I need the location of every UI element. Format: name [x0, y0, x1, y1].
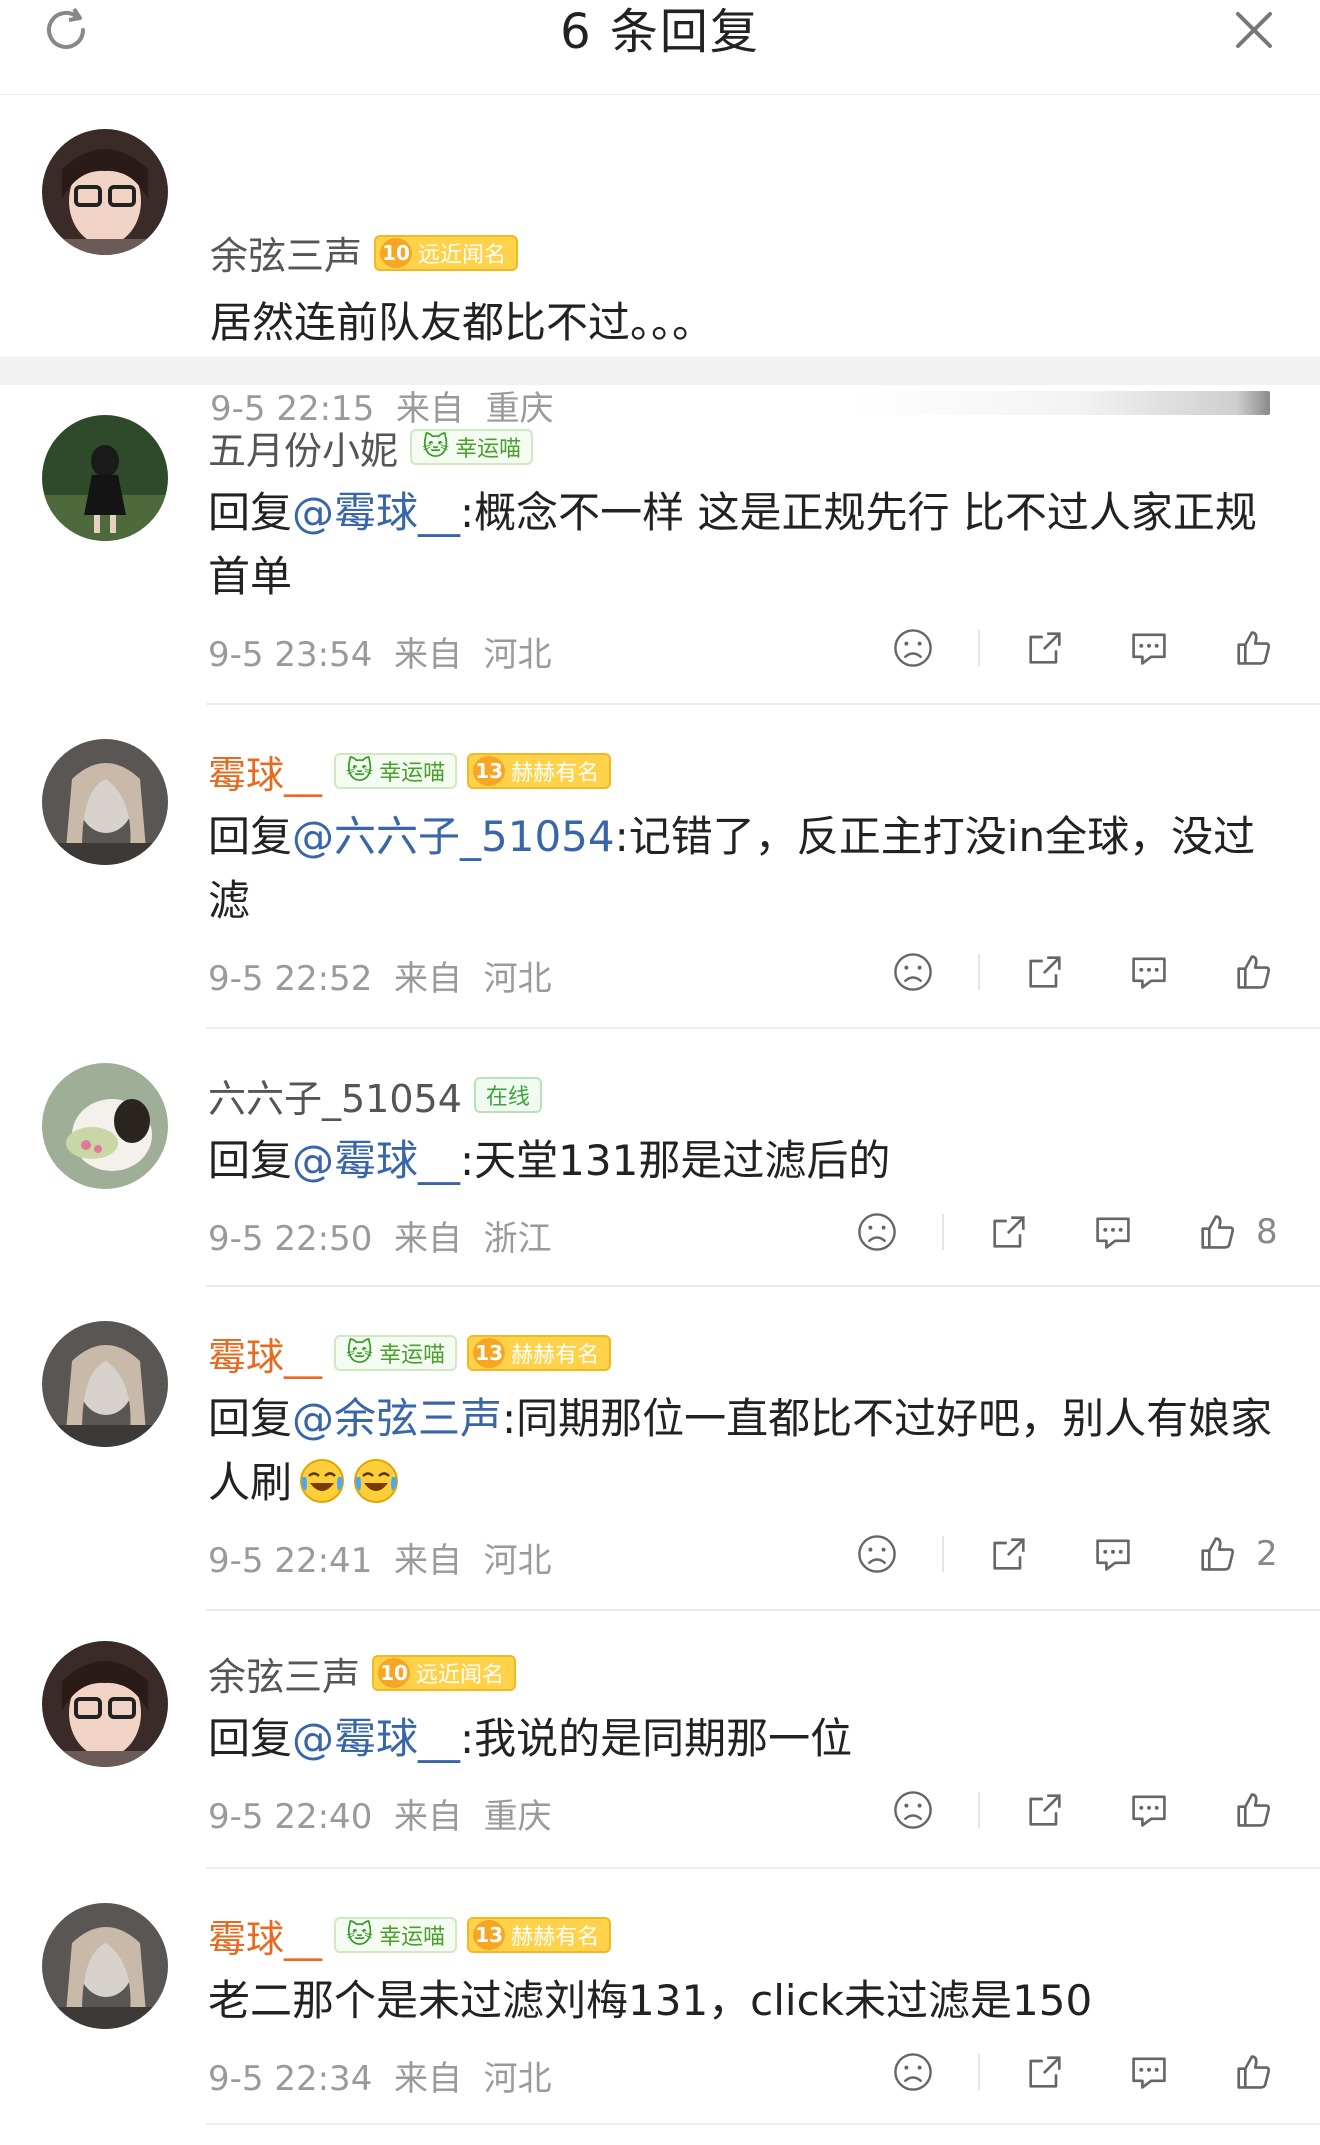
like-icon[interactable] [1192, 1207, 1242, 1257]
comment-icon[interactable] [1088, 1529, 1138, 1579]
action-separator [942, 1536, 944, 1572]
share-icon[interactable] [1020, 2047, 1070, 2097]
laugh-cry-emoji [298, 1457, 346, 1505]
reply-text: 老二那个是未过滤刘梅131，click未过滤是150 [208, 1976, 1093, 2025]
dislike-icon[interactable] [888, 1785, 938, 1835]
reply-meta: 9-5 22:40 来自 重庆 [208, 1797, 552, 1837]
action-separator [978, 1792, 980, 1828]
reply-item: 六六子_51054 在线 回复@霉球__:天堂131那是过滤后的 9-5 22:… [0, 1029, 1320, 1287]
fame-badge: 10 远近闻名 [374, 234, 519, 271]
mention-link[interactable]: @霉球__ [292, 1136, 460, 1185]
reply-meta: 9-5 22:34 来自 河北 [208, 2059, 552, 2099]
reply-item: 五月份小妮 🐱 幸运喵 回复@霉球__:概念不一样 这是正规先行 比不过人家正规首… [0, 385, 1320, 705]
action-separator [978, 2054, 980, 2090]
like-icon[interactable] [1228, 1785, 1278, 1835]
reply-item: 霉球__ 🐱 幸运喵 13 赫赫有名 回复@六六子_51054:记错了，反正主打没i… [0, 705, 1320, 1029]
reply-text: 回复@余弦三声:同期那位一直都比不过好吧，别人有娘家人刷 [208, 1394, 1273, 1507]
username[interactable]: 霉球__ 🐱 幸运喵 13 赫赫有名 [208, 1903, 612, 1967]
header-bar: 6 条回复 [0, 0, 1320, 95]
fame-badge: 13 赫赫有名 [467, 1917, 612, 1953]
row-divider [206, 2123, 1320, 2125]
share-icon[interactable] [1020, 623, 1070, 673]
like-icon[interactable] [1228, 623, 1278, 673]
avatar[interactable] [42, 129, 168, 255]
dislike-icon[interactable] [888, 2047, 938, 2097]
reply-item: 霉球__ 🐱 幸运喵 13 赫赫有名 回复@余弦三声:同期那位一直都比不过好吧，别人… [0, 1287, 1320, 1611]
like-icon[interactable] [1192, 1529, 1242, 1579]
action-separator [942, 1214, 944, 1250]
lucky-badge: 🐱 幸运喵 [334, 1917, 458, 1953]
dislike-icon[interactable] [852, 1529, 902, 1579]
mention-link[interactable]: @六六子_51054 [292, 812, 615, 861]
avatar[interactable] [42, 1903, 168, 2029]
share-icon[interactable] [984, 1207, 1034, 1257]
root-comment: 余弦三声 10 远近闻名 居然连前队友都比不过。。。 9-5 22:15 来自 重… [0, 95, 1320, 429]
lucky-badge: 🐱 幸运喵 [334, 753, 458, 789]
comment-icon[interactable] [1124, 947, 1174, 997]
username[interactable]: 六六子_51054 在线 [208, 1063, 542, 1127]
avatar[interactable] [42, 1321, 168, 1447]
comment-icon[interactable] [1088, 1207, 1138, 1257]
comment-icon[interactable] [1124, 2047, 1174, 2097]
mention-link[interactable]: @余弦三声 [292, 1394, 502, 1443]
avatar[interactable] [42, 415, 168, 541]
like-count: 2 [1256, 1534, 1278, 1574]
reply-text: 回复@六六子_51054:记错了，反正主打没in全球，没过滤 [208, 812, 1256, 925]
action-separator [978, 630, 980, 666]
lucky-badge: 🐱 幸运喵 [334, 1335, 458, 1371]
reply-text: 回复@霉球__:我说的是同期那一位 [208, 1714, 853, 1763]
like-icon[interactable] [1228, 947, 1278, 997]
comment-text: 居然连前队友都比不过。。。 [210, 298, 715, 347]
fame-badge: 10 远近闻名 [372, 1655, 517, 1691]
reply-meta: 9-5 22:52 来自 河北 [208, 959, 552, 999]
avatar[interactable] [42, 739, 168, 865]
lucky-badge: 🐱 幸运喵 [410, 429, 534, 465]
reply-meta: 9-5 22:50 来自 浙江 [208, 1219, 552, 1259]
page-title: 6 条回复 [560, 4, 760, 60]
mention-link[interactable]: @霉球__ [292, 1714, 460, 1763]
close-icon[interactable] [1230, 6, 1278, 54]
reply-item: 余弦三声 10 远近闻名 回复@霉球__:我说的是同期那一位 9-5 22:40 … [0, 1611, 1320, 1869]
reply-meta: 9-5 22:41 来自 河北 [208, 1541, 552, 1581]
fame-badge: 13 赫赫有名 [467, 753, 612, 789]
username[interactable]: 余弦三声 10 远近闻名 [208, 1641, 517, 1705]
like-count: 8 [1256, 1212, 1278, 1252]
online-badge: 在线 [473, 1077, 542, 1113]
reply-item: 霉球__ 🐱 幸运喵 13 赫赫有名 老二那个是未过滤刘梅131，click未过滤是… [0, 1869, 1320, 2125]
share-icon[interactable] [1020, 1785, 1070, 1835]
laugh-cry-emoji [352, 1457, 400, 1505]
dislike-icon[interactable] [888, 947, 938, 997]
like-icon[interactable] [1228, 2047, 1278, 2097]
username[interactable]: 霉球__ 🐱 幸运喵 13 赫赫有名 [208, 739, 612, 803]
reply-meta: 9-5 23:54 来自 河北 [208, 635, 552, 675]
comment-icon[interactable] [1124, 1785, 1174, 1835]
avatar[interactable] [42, 1063, 168, 1189]
share-icon[interactable] [984, 1529, 1034, 1579]
username[interactable]: 五月份小妮 🐱 幸运喵 [208, 415, 534, 479]
avatar[interactable] [42, 1641, 168, 1767]
fame-badge: 13 赫赫有名 [467, 1335, 612, 1371]
reply-text: 回复@霉球__:天堂131那是过滤后的 [208, 1136, 891, 1185]
dislike-icon[interactable] [852, 1207, 902, 1257]
username[interactable]: 余弦三声 10 远近闻名 [210, 225, 519, 280]
action-separator [978, 954, 980, 990]
reply-text: 回复@霉球__:概念不一样 这是正规先行 比不过人家正规首单 [208, 488, 1257, 601]
share-icon[interactable] [1020, 947, 1070, 997]
username[interactable]: 霉球__ 🐱 幸运喵 13 赫赫有名 [208, 1321, 612, 1385]
mention-link[interactable]: @霉球__ [292, 488, 460, 537]
section-divider [0, 357, 1320, 385]
comment-icon[interactable] [1124, 623, 1174, 673]
dislike-icon[interactable] [888, 623, 938, 673]
